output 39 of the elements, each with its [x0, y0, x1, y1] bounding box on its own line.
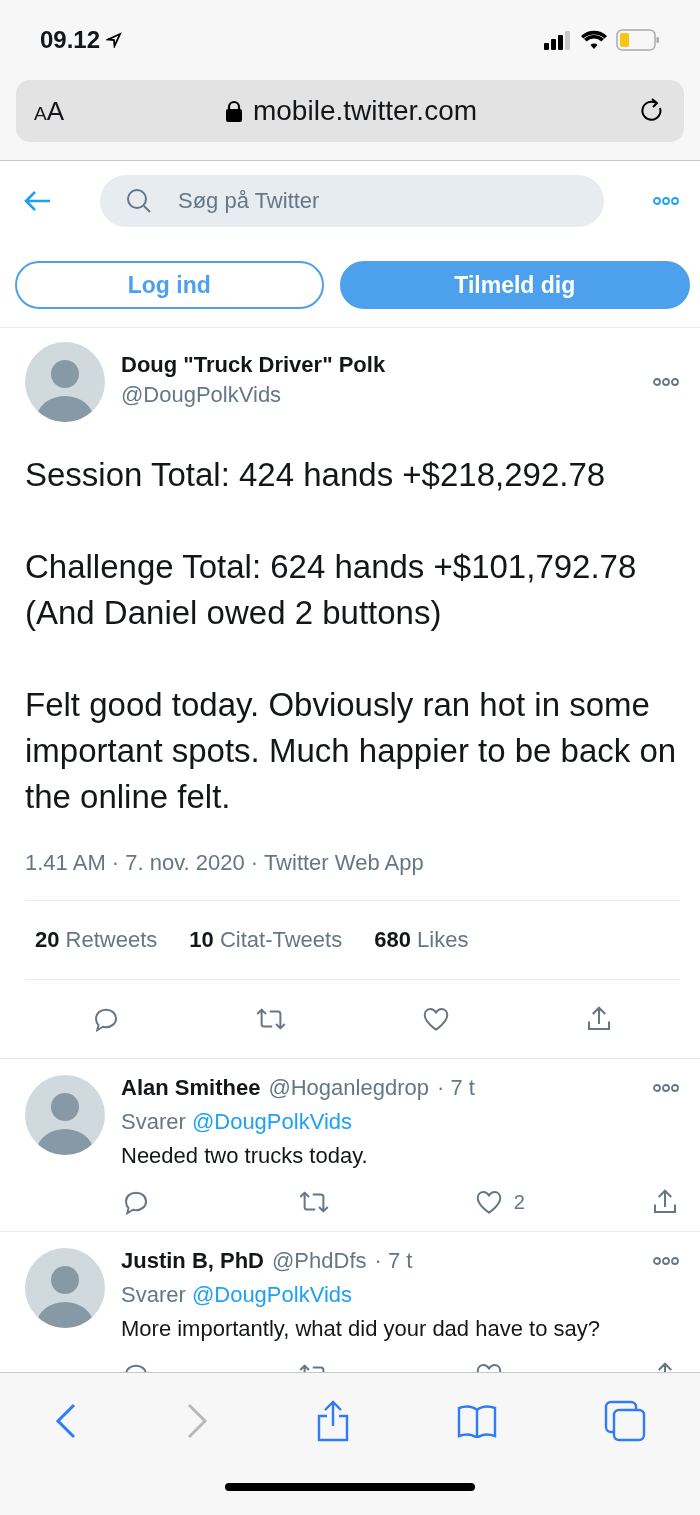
more-icon[interactable] [652, 196, 680, 206]
stat-link[interactable]: 10 Citat-Tweets [189, 927, 343, 953]
reply-handle[interactable]: @Hoganlegdrop [268, 1075, 429, 1101]
like-count: 2 [513, 1190, 525, 1214]
reply-text: More importantly, what did your dad have to say? [121, 1316, 601, 1342]
tweet-meta: 1.41 AM · 7. nov. 2020 · Twitter Web App [25, 850, 425, 876]
replying-to-text: Svarer @DougPolkVids [121, 1282, 354, 1308]
replying-to-text: Svarer @DougPolkVids [121, 1109, 354, 1135]
search-icon [126, 188, 152, 214]
reply-handle[interactable]: @PhdDfs [272, 1248, 367, 1274]
battery-icon [616, 29, 660, 51]
back-icon[interactable] [53, 1403, 78, 1439]
reply-time: · 7 t [374, 1248, 413, 1274]
more-icon[interactable] [652, 377, 680, 387]
text-size-button[interactable]: AA [34, 95, 65, 127]
reply-time: · 7 t [436, 1075, 475, 1101]
wifi-icon [580, 30, 608, 50]
search-field[interactable]: Søg på Twitter [100, 175, 604, 227]
stat-link[interactable]: 20 Retweets [35, 927, 158, 953]
signal-icon [544, 30, 572, 50]
reply-text: Needed two trucks today. [121, 1143, 369, 1169]
reply-author-name[interactable]: Alan Smithee [121, 1075, 261, 1101]
author-handle[interactable]: @DougPolkVids [121, 382, 636, 408]
back-arrow-icon[interactable] [24, 190, 52, 212]
location-icon [106, 32, 123, 48]
more-icon[interactable] [652, 1083, 680, 1093]
lock-icon [224, 100, 243, 122]
stat-link[interactable]: 680 Likes [374, 927, 469, 953]
tweet-text: Felt good today. Obviously ran hot in some important spots. Much happier to be back on the online felt. [25, 685, 678, 817]
clock-time: 09.12 [40, 26, 101, 54]
tabs-icon[interactable] [604, 1400, 647, 1442]
author-name[interactable]: Doug "Truck Driver" Polk [121, 352, 636, 378]
share-icon[interactable] [315, 1400, 350, 1442]
url-text[interactable]: mobile.twitter.com [252, 95, 478, 127]
reply-author-name[interactable]: Justin B, PhD [121, 1248, 264, 1274]
tweet-text: Session Total: 424 hands +$218,292.78 [25, 455, 607, 495]
more-icon[interactable] [652, 1256, 680, 1266]
tweet-text: Challenge Total: 624 hands +$101,792.78 (And Daniel owed 2 buttons) [25, 547, 638, 633]
bookmarks-icon[interactable] [457, 1404, 498, 1438]
